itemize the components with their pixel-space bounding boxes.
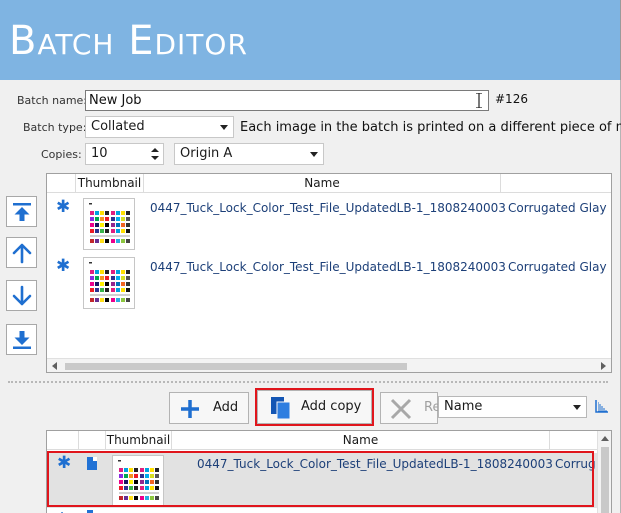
table-row[interactable]: ✱ 0447_Tuck_Lock_Color_Test_File_Updated… <box>47 195 611 253</box>
copy-icon <box>271 397 291 420</box>
file-icon <box>87 457 97 470</box>
move-up-button[interactable] <box>6 237 37 268</box>
vertical-scrollbar[interactable] <box>597 431 611 513</box>
editor-content: Batch name: New Job #126 Batch type: Col… <box>0 80 621 513</box>
move-down-button[interactable] <box>6 280 37 311</box>
media-name: Corrugated Glay C <box>508 201 612 215</box>
origin-value: Origin A <box>180 146 233 161</box>
chevron-down-icon <box>573 405 581 410</box>
batch-name-input[interactable]: New Job <box>85 90 489 111</box>
top-image-table: Thumbnail Name ✱ 0447_Tuck_Lock_Color_Te… <box>46 173 612 373</box>
move-down-icon <box>12 285 32 306</box>
column-header-name[interactable]: Name <box>172 431 550 450</box>
text-cursor-icon <box>476 93 482 108</box>
move-to-top-button[interactable] <box>6 196 37 227</box>
column-header-name[interactable]: Name <box>144 174 501 193</box>
scrollbar-thumb[interactable] <box>65 363 407 370</box>
asterisk-icon: ✱ <box>56 256 71 276</box>
asterisk-icon: ✱ <box>57 509 67 513</box>
batch-type-value: Collated <box>91 119 145 134</box>
copies-label: Copies: <box>41 148 82 161</box>
table-row-selected[interactable]: ✱ 0447_Tuck_Lock_Color_Test_File_Updated… <box>47 453 599 508</box>
plus-icon <box>181 400 199 418</box>
thumbnail-image <box>112 455 164 507</box>
image-file-name: 0447_Tuck_Lock_Color_Test_File_UpdatedLB… <box>150 260 506 274</box>
column-header-media[interactable] <box>550 431 597 450</box>
sort-value: Name <box>444 399 483 414</box>
move-up-icon <box>12 243 32 264</box>
asterisk-icon: ✱ <box>57 453 72 473</box>
header-spacer <box>79 431 106 450</box>
batch-type-label: Batch type: <box>23 121 87 134</box>
color-chart-thumbnail <box>118 460 159 500</box>
add-button[interactable]: Add <box>169 392 249 424</box>
column-header-thumbnail[interactable]: Thumbnail <box>76 174 144 193</box>
origin-select[interactable]: Origin A <box>174 143 324 165</box>
image-file-name: 0447_Tuck_Lock_Color_Test_File_UpdatedLB… <box>150 201 506 215</box>
media-name: Corrug <box>555 457 596 471</box>
title-bar: Batch Editor <box>0 0 621 80</box>
scroll-up-icon[interactable] <box>601 436 609 441</box>
copies-stepper[interactable]: 10 <box>85 143 164 165</box>
column-header-thumbnail[interactable]: Thumbnail <box>106 431 172 450</box>
thumbnail-image <box>83 198 135 250</box>
color-chart-thumbnail <box>89 203 130 243</box>
bottom-image-table: Thumbnail Name ✱ 0447_Tuck_Lock_Color_Te… <box>46 430 612 513</box>
copies-value: 10 <box>91 146 108 161</box>
move-to-bottom-icon <box>13 331 31 349</box>
add-copy-button[interactable]: Add copy <box>257 390 372 424</box>
horizontal-scrollbar[interactable] <box>47 358 611 372</box>
window-title: Batch Editor <box>9 18 248 64</box>
remove-button[interactable]: Re <box>380 392 440 424</box>
add-label: Add <box>213 400 239 415</box>
sort-icon[interactable] <box>594 398 610 414</box>
batch-editor-window: Batch Editor Batch name: New Job #126 Ba… <box>0 0 621 513</box>
chevron-down-icon <box>310 152 318 157</box>
image-file-name: 0447_Tuck_Lock_Color_Test_File_UpdatedLB… <box>197 457 553 471</box>
batch-number: #126 <box>495 92 528 106</box>
remove-x-icon <box>390 398 412 420</box>
color-chart-thumbnail <box>89 262 130 302</box>
batch-name-value: New Job <box>89 93 142 108</box>
move-to-top-icon <box>13 203 31 221</box>
move-to-bottom-button[interactable] <box>6 324 37 355</box>
sort-select[interactable]: Name <box>438 396 587 418</box>
header-spacer <box>47 174 76 193</box>
media-name: Corrugated Glay C <box>508 260 612 274</box>
thumbnail-image <box>83 257 135 309</box>
scroll-left-icon[interactable] <box>52 362 57 370</box>
batch-type-select[interactable]: Collated <box>85 116 234 138</box>
chevron-down-icon <box>220 125 228 130</box>
add-copy-label: Add copy <box>301 399 362 414</box>
stepper-arrows-icon <box>151 148 159 160</box>
bottom-table-header: Thumbnail Name <box>47 431 611 450</box>
column-header-media[interactable] <box>501 174 611 193</box>
header-spacer <box>47 431 79 450</box>
batch-type-description: Each image in the batch is printed on a … <box>240 120 621 135</box>
batch-name-label: Batch name: <box>17 94 88 107</box>
top-table-header: Thumbnail Name <box>47 174 611 193</box>
table-row[interactable]: ✱ 0447_Tuck_Lock_Color_Test_File_Updated… <box>47 254 611 312</box>
scroll-right-icon[interactable] <box>601 362 606 370</box>
asterisk-icon: ✱ <box>56 197 71 217</box>
splitter[interactable] <box>8 381 608 383</box>
scrollbar-thumb[interactable] <box>601 447 609 513</box>
